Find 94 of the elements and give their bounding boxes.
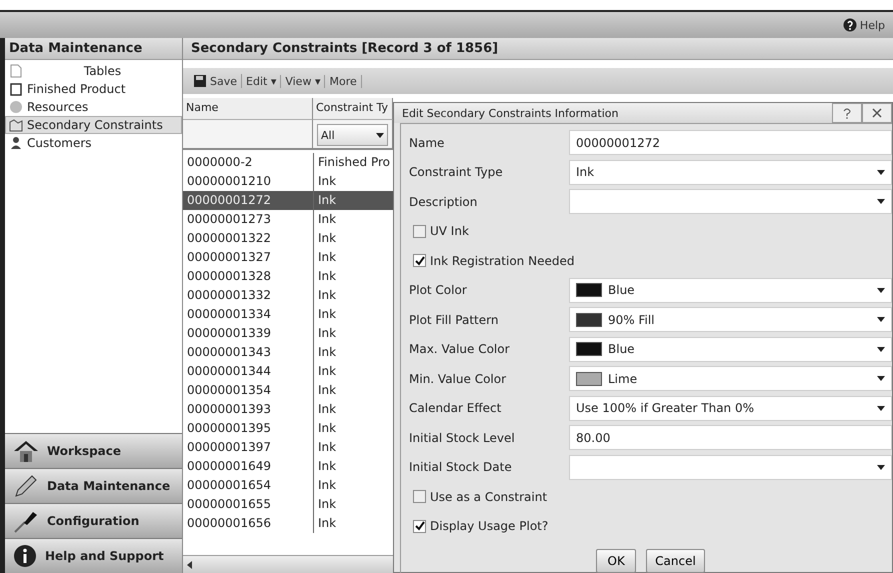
tree-item[interactable]: Resources: [5, 98, 182, 116]
table-cell[interactable]: 00000001393: [183, 400, 313, 419]
nav-button[interactable]: Workspace: [5, 433, 182, 468]
table-cell[interactable]: 00000001397: [183, 438, 313, 457]
help-link[interactable]: Help: [842, 18, 885, 32]
menu-button[interactable]: View ▾: [281, 74, 326, 88]
table-cell[interactable]: 00000001656: [183, 514, 313, 533]
input-field[interactable]: 80.00: [569, 425, 892, 450]
checkbox[interactable]: Ink Registration Needed: [409, 254, 574, 268]
field-label: Calendar Effect: [409, 401, 502, 416]
menu-button[interactable]: Edit ▾: [242, 74, 282, 88]
checkbox[interactable]: Display Usage Plot?: [409, 519, 548, 534]
checkbox[interactable]: UV Ink: [409, 224, 469, 238]
nav-button[interactable]: Data Maintenance: [5, 468, 182, 503]
caret-icon: [877, 199, 885, 204]
table-cell[interactable]: 00000001273: [183, 210, 313, 229]
table-cell[interactable]: 00000001343: [183, 343, 313, 362]
field-label: Min. Value Color: [409, 372, 508, 386]
screwdriver-icon: [13, 509, 39, 533]
field-label: Plot Fill Pattern: [409, 312, 500, 327]
tree-item[interactable]: Secondary Constraints: [5, 116, 182, 134]
tree-item[interactable]: Finished Product: [5, 80, 182, 98]
table-cell[interactable]: 00000001210: [183, 172, 313, 191]
table-cell[interactable]: 00000001272: [183, 191, 313, 210]
close-button[interactable]: [862, 103, 892, 123]
table-cell[interactable]: 00000001322: [183, 229, 313, 248]
close-icon: [872, 108, 882, 118]
field-label: Plot Color: [409, 283, 468, 298]
checkbox-box[interactable]: [413, 520, 426, 533]
left-arrow-icon: [187, 560, 193, 568]
column-header[interactable]: Name: [183, 98, 313, 120]
table-cell[interactable]: 00000001339: [183, 324, 313, 343]
field-label: Description: [409, 194, 478, 209]
filter-dropdown[interactable]: All: [317, 124, 388, 146]
table-cell[interactable]: 00000001334: [183, 305, 313, 324]
table-cell[interactable]: 00000001649: [183, 457, 313, 476]
dropdown-field[interactable]: Blue: [569, 336, 892, 362]
caret-icon: [877, 406, 885, 411]
tree-heading[interactable]: Tables: [5, 62, 182, 80]
help-button[interactable]: [832, 103, 862, 123]
checkbox-box[interactable]: [413, 490, 426, 504]
table-cell[interactable]: 00000001332: [183, 286, 313, 305]
floppy-icon: [193, 74, 207, 88]
column-header[interactable]: Constraint Ty: [313, 98, 393, 120]
dropdown-field[interactable]: 90% Fill: [569, 307, 892, 332]
house-icon: [13, 439, 39, 463]
help-icon: [842, 18, 857, 32]
info-icon: [13, 544, 37, 568]
tree-item[interactable]: Customers: [5, 134, 182, 152]
checkbox-box[interactable]: [413, 254, 426, 268]
panel-title: Secondary Constraints [Record 3 of 1856]: [183, 38, 893, 60]
input-field[interactable]: 00000001272: [569, 130, 892, 156]
dropdown-field[interactable]: Blue: [569, 278, 892, 303]
pencil-icon: [13, 474, 39, 498]
nav-button[interactable]: Configuration: [5, 503, 182, 538]
menu-button[interactable]: More: [325, 74, 362, 88]
save-button[interactable]: Save: [189, 74, 242, 88]
caret-icon: [877, 317, 885, 322]
table-cell[interactable]: 00000001327: [183, 248, 313, 267]
cancel-button[interactable]: Cancel: [646, 549, 705, 573]
dropdown-field[interactable]: Lime: [569, 366, 892, 392]
field-label: Name: [409, 136, 446, 150]
dropdown-field[interactable]: [569, 189, 892, 214]
table-cell[interactable]: 0000000-2: [183, 153, 313, 172]
help-icon: [843, 107, 851, 119]
field-label: Initial Stock Date: [409, 460, 513, 474]
nav-button[interactable]: Help and Support: [5, 538, 182, 573]
ok-button[interactable]: OK: [596, 549, 636, 573]
table-cell[interactable]: 00000001655: [183, 495, 313, 514]
dialog-title: Edit Secondary Constraints Information: [402, 106, 618, 120]
checkbox[interactable]: Use as a Constraint: [409, 490, 548, 504]
page-icon: [9, 64, 23, 78]
table-cell[interactable]: 00000001328: [183, 267, 313, 286]
caret-icon: [877, 170, 885, 175]
caret-icon: [877, 288, 885, 293]
caret-icon: [877, 346, 885, 352]
dropdown-field[interactable]: [569, 454, 892, 480]
table-cell[interactable]: 00000001354: [183, 381, 313, 400]
person-icon: [9, 136, 23, 150]
field-label: Initial Stock Level: [409, 430, 516, 445]
caret-icon: [877, 464, 885, 470]
checkbox-box[interactable]: [413, 224, 426, 238]
caret-icon: [877, 376, 885, 382]
table-cell[interactable]: Ink: [313, 191, 393, 210]
dropdown-field[interactable]: Ink: [569, 160, 892, 185]
table-cell[interactable]: 00000001395: [183, 419, 313, 438]
dropdown-field[interactable]: Use 100% if Greater Than 0%: [569, 396, 892, 421]
table-cell[interactable]: 00000001654: [183, 476, 313, 495]
table-cell[interactable]: 00000001344: [183, 362, 313, 381]
caret-icon: [376, 132, 384, 138]
horizontal-scrollbar[interactable]: [183, 555, 393, 573]
field-label: Max. Value Color: [409, 342, 511, 356]
field-label: Constraint Type: [409, 165, 504, 180]
panel-title: Data Maintenance: [5, 38, 182, 60]
